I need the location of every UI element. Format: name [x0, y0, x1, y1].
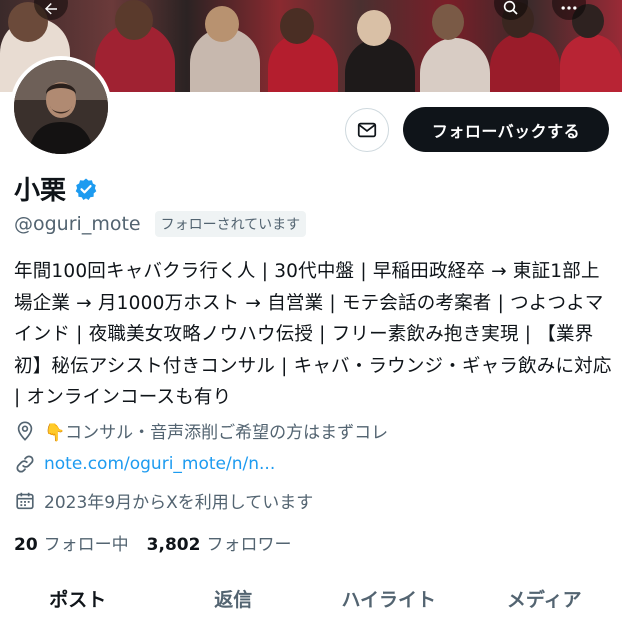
tab-posts[interactable]: ポスト — [0, 574, 156, 622]
banner-figure — [280, 8, 314, 44]
join-date-text: 2023年9月からXを利用しています — [44, 493, 314, 513]
handle-row: @oguri_mote フォローされています — [14, 211, 307, 237]
location-pin-icon — [17, 420, 33, 441]
arrow-left-icon — [45, 3, 57, 15]
avatar[interactable] — [10, 56, 112, 158]
website-link[interactable]: note.com/oguri_mote/n/n... — [44, 454, 275, 474]
calendar-icon — [16, 492, 34, 509]
profile-tabs: ポスト 返信 ハイライト メディア — [0, 574, 622, 622]
message-button[interactable] — [345, 108, 389, 152]
following-count: 20 — [14, 535, 38, 555]
banner-figure — [432, 4, 464, 40]
banner-figure — [345, 38, 415, 92]
search-icon — [503, 0, 518, 15]
avatar-image — [14, 60, 108, 154]
tab-replies[interactable]: 返信 — [156, 574, 312, 622]
tab-highlights[interactable]: ハイライト — [311, 574, 467, 622]
website-row: note.com/oguri_mote/n/n... — [14, 453, 275, 475]
tab-media[interactable]: メディア — [467, 574, 622, 622]
banner-figure — [420, 38, 490, 92]
banner-figure — [205, 6, 239, 42]
envelope-icon — [357, 122, 377, 138]
profile-name-row: 小栗 — [14, 170, 98, 207]
following-link[interactable]: 20 フォロー中 — [14, 530, 129, 555]
follow-stats: 20 フォロー中 3,802 フォロワー — [14, 530, 291, 555]
followers-link[interactable]: 3,802 フォロワー — [147, 530, 292, 555]
location-row: 👇コンサル・音声添削ご希望の方はまずコレ — [14, 418, 388, 443]
banner-figure — [357, 10, 391, 46]
username-handle: @oguri_mote — [14, 213, 141, 235]
verified-badge-icon[interactable] — [74, 177, 98, 201]
followers-count: 3,802 — [146, 535, 201, 555]
avatar-portrait — [14, 60, 108, 154]
location-text: 👇コンサル・音声添削ご希望の方はまずコレ — [44, 423, 389, 443]
banner-figure — [115, 0, 153, 40]
following-label: フォロー中 — [43, 535, 129, 555]
join-date-row: 2023年9月からXを利用しています — [14, 488, 313, 513]
followers-label: フォロワー — [206, 535, 292, 555]
more-dots-icon — [561, 6, 577, 10]
follows-you-badge: フォローされています — [154, 211, 307, 237]
follow-back-button[interactable]: フォローバックする — [403, 107, 609, 152]
banner-figure — [560, 34, 622, 92]
link-icon — [16, 455, 34, 473]
profile-bio: 年間100回キャバクラ行く人 | 30代中盤 | 早稲田政経卒 → 東証1部上場… — [14, 261, 612, 408]
banner-figure — [490, 32, 560, 92]
display-name: 小栗 — [14, 176, 67, 206]
